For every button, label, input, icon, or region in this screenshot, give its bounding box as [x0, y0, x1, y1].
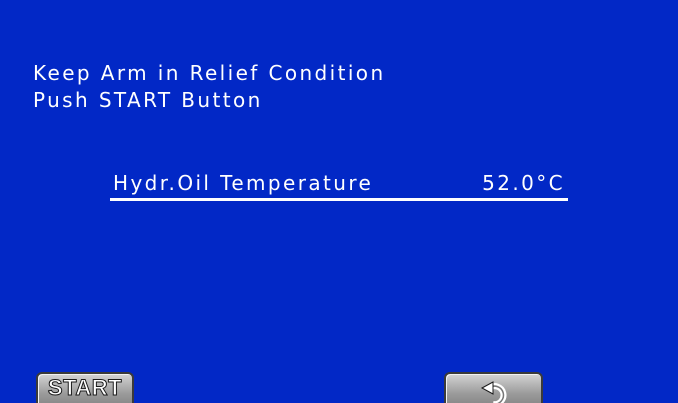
reading-value: 52.0°C — [482, 171, 565, 195]
back-button[interactable] — [444, 372, 543, 403]
instruction-line-2: Push START Button — [33, 88, 263, 112]
hydraulic-oil-temperature-reading: Hydr.Oil Temperature 52.0°C — [110, 168, 568, 201]
start-button[interactable]: START — [36, 372, 134, 403]
reading-label: Hydr.Oil Temperature — [113, 171, 374, 195]
return-arrow-icon — [480, 381, 507, 403]
instruction-line-1: Keep Arm in Relief Condition — [33, 61, 386, 85]
monitor-screen: Keep Arm in Relief Condition Push START … — [0, 0, 678, 403]
start-button-label: START — [47, 375, 123, 401]
instruction-text: Keep Arm in Relief Condition Push START … — [33, 60, 386, 114]
